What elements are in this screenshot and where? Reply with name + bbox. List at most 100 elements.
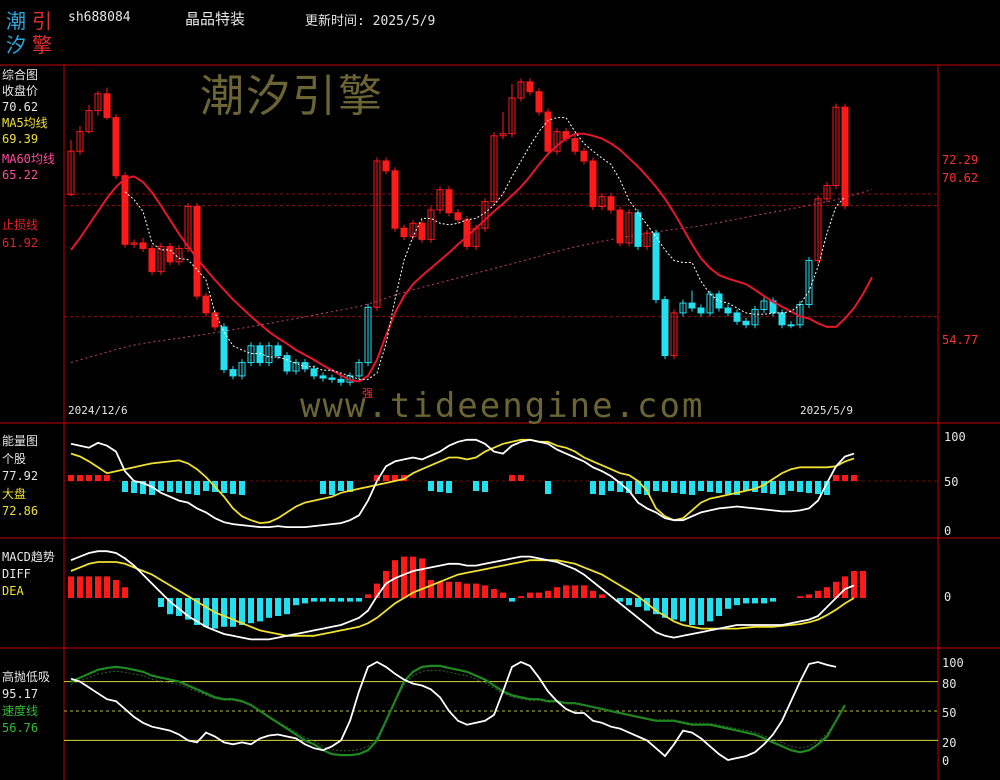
candle-body	[418, 222, 426, 240]
energy-bar	[698, 481, 704, 491]
energy-bar	[338, 481, 344, 491]
candle-body	[211, 312, 219, 328]
p1-title: 综合图	[2, 68, 39, 82]
energy-bar	[86, 475, 92, 481]
energy-bar	[842, 475, 848, 481]
candle-body	[283, 355, 291, 372]
candle-body	[787, 324, 795, 327]
macd-hist-bar	[860, 571, 866, 598]
p1-stop-label: 止损线	[2, 218, 39, 232]
candle-body	[202, 295, 210, 314]
macd-hist-bar	[500, 592, 506, 598]
macd-hist-bar	[527, 592, 533, 598]
macd-hist-bar	[239, 598, 245, 625]
candle-body	[310, 368, 318, 377]
watermark-cn: 潮汐引擎	[200, 71, 384, 122]
macd-hist-bar	[347, 598, 353, 602]
macd-hist-bar	[545, 590, 551, 598]
energy-bar	[590, 481, 596, 494]
macd-hist-bar	[599, 594, 605, 598]
macd-hist-bar	[680, 598, 686, 622]
candle-body	[580, 150, 588, 162]
candle-body	[319, 375, 327, 379]
p2-axis-label-1: 100	[944, 430, 966, 444]
energy-bar	[185, 481, 191, 494]
p4-axis-label-80: 80	[942, 677, 957, 691]
energy-bar	[473, 481, 479, 491]
p3-axis-label-zero: 0	[944, 590, 952, 604]
macd-hist-bar	[752, 598, 758, 604]
p2-axis-label-2: 50	[944, 475, 959, 489]
macd-hist-bar	[428, 580, 434, 598]
macd-hist-bar	[689, 598, 695, 625]
energy-bar	[77, 475, 83, 481]
energy-bar	[545, 481, 551, 494]
energy-bar	[428, 481, 434, 491]
macd-hist-bar	[770, 598, 776, 602]
p4-value: 95.17	[2, 687, 39, 701]
candle-body	[337, 378, 345, 383]
energy-bar	[671, 481, 677, 493]
energy-bar	[194, 481, 200, 495]
macd-hist-bar	[509, 598, 515, 602]
energy-bar	[662, 481, 668, 492]
energy-bar	[239, 481, 245, 495]
candle-body	[328, 377, 336, 380]
energy-bar	[320, 481, 326, 494]
candle-body	[139, 242, 147, 249]
energy-bar	[653, 481, 659, 491]
macd-hist-bar	[311, 598, 317, 602]
date-start: 2024/12/6	[68, 404, 128, 417]
p2-stock-value: 77.92	[2, 469, 39, 483]
p2-axis-label-3: 0	[944, 524, 952, 538]
energy-bar	[158, 481, 164, 491]
macd-hist-bar	[365, 594, 371, 598]
energy-bar	[221, 481, 227, 493]
p1-close-label: 收盘价	[2, 84, 39, 98]
energy-bar	[176, 481, 182, 493]
macd-hist-bar	[635, 598, 641, 607]
date-end: 2025/5/9	[800, 404, 853, 417]
candle-body	[220, 326, 228, 371]
candle-body	[229, 369, 237, 377]
macd-hist-bar	[491, 589, 497, 598]
macd-hist-bar	[158, 598, 164, 607]
macd-hist-bar	[464, 583, 470, 598]
energy-bar	[383, 475, 389, 481]
p4-title: 高抛低吸	[2, 670, 51, 684]
macd-hist-bar	[248, 598, 254, 624]
energy-bar	[167, 481, 173, 492]
energy-bar	[230, 481, 236, 494]
macd-hist-bar	[824, 587, 830, 598]
candle-body	[571, 138, 579, 152]
p4-axis-label-20: 20	[942, 736, 957, 750]
candle-body	[193, 206, 201, 297]
macd-hist-bar	[815, 590, 821, 598]
candle-body	[607, 196, 615, 211]
macd-hist-bar	[419, 558, 425, 598]
p1-close-value: 70.62	[2, 100, 39, 114]
p1-axis-label-3: 54.77	[942, 333, 979, 347]
energy-bar	[482, 481, 488, 492]
macd-hist-bar	[743, 598, 749, 604]
energy-bar	[716, 481, 722, 493]
macd-hist-bar	[482, 585, 488, 598]
speed-line	[70, 664, 846, 757]
candle-body	[688, 302, 696, 309]
macd-hist-bar	[518, 596, 524, 598]
macd-hist-bar	[671, 598, 677, 620]
p1-axis-label-1: 72.29	[942, 153, 979, 167]
energy-bar	[446, 481, 452, 493]
macd-hist-bar	[707, 598, 713, 622]
watermark-url: www.tideengine.com	[300, 386, 705, 426]
macd-hist-bar	[329, 598, 335, 602]
macd-hist-bar	[203, 598, 209, 627]
ma5-line	[124, 117, 846, 380]
macd-hist-bar	[77, 576, 83, 598]
energy-bar	[68, 475, 74, 481]
macd-hist-bar	[581, 585, 587, 598]
candle-body	[391, 170, 399, 229]
macd-hist-bar	[536, 592, 542, 598]
macd-hist-bar	[716, 598, 722, 616]
energy-bar	[329, 481, 335, 495]
